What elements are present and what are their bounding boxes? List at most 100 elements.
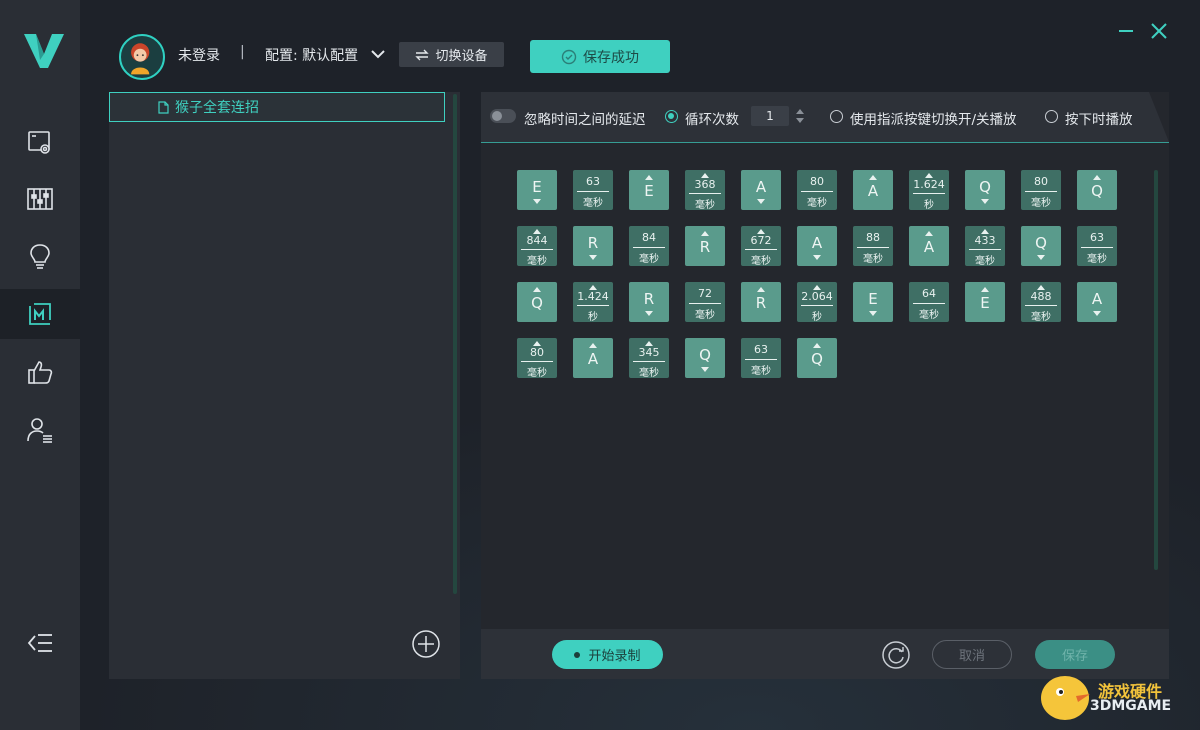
delay-unit: 秒 [924,200,934,211]
macro-delay-step[interactable]: 84 毫秒 [629,226,669,266]
macro-key-down-step[interactable]: R [573,226,613,266]
macro-key-down-step[interactable]: Q [965,170,1005,210]
config-selector-label[interactable]: 配置: 默认配置 [265,45,358,65]
loop-count-input[interactable]: 1 [751,106,789,126]
sidebar-item-account[interactable] [0,405,80,455]
macro-list-scrollbar[interactable] [453,94,457,594]
hold-mode-radio[interactable] [1045,110,1058,123]
toggle-mode-radio[interactable] [830,110,843,123]
avatar-icon [131,43,150,75]
sidebar-item-feedback[interactable] [0,347,80,397]
start-record-button[interactable]: 开始录制 [552,640,663,669]
macro-key-up-step[interactable]: A [909,226,949,266]
macro-delay-step[interactable]: 80 毫秒 [517,338,557,379]
key-up-arrow-icon [757,287,765,292]
macro-key-up-step[interactable]: Q [1077,170,1117,210]
macro-key-down-step[interactable]: R [629,282,669,322]
macro-editor-panel: 忽略时间之间的延迟 循环次数 1 使用指派按键切换开/关播放 按下时播放 E 63… [481,92,1169,679]
macro-delay-step[interactable]: 2.064 秒 [797,282,837,323]
delay-value: 80 [530,346,544,359]
macro-key-down-step[interactable]: A [1077,282,1117,322]
delay-value: 63 [754,343,768,356]
key-up-arrow-icon [869,175,877,180]
macro-key-up-step[interactable]: Q [797,338,837,378]
macro-delay-step[interactable]: 345 毫秒 [629,338,669,379]
macro-key-down-step[interactable]: A [741,170,781,210]
macro-delay-step[interactable]: 63 毫秒 [741,338,781,378]
macro-key-up-step[interactable]: Q [517,282,557,322]
macro-key-down-step[interactable]: Q [685,338,725,378]
delay-divider [633,361,665,362]
save-status-badge: 保存成功 [530,40,670,73]
delay-divider [801,191,833,192]
macro-delay-step[interactable]: 488 毫秒 [1021,282,1061,323]
sidebar-item-lighting[interactable] [0,231,80,281]
macro-delay-step[interactable]: 72 毫秒 [685,282,725,322]
delay-divider [1025,305,1057,306]
macro-key-up-step[interactable]: R [685,226,725,266]
macro-delay-step[interactable]: 368 毫秒 [685,170,725,211]
add-macro-icon[interactable] [411,629,441,659]
delay-divider [633,247,665,248]
delay-value: 1.424 [577,290,609,303]
macro-list-item[interactable]: 猴子全套连招 [109,92,445,122]
macro-delay-step[interactable]: 88 毫秒 [853,226,893,266]
delay-value: 63 [586,175,600,188]
macro-key-up-step[interactable]: E [965,282,1005,322]
macro-delay-step[interactable]: 80 毫秒 [1021,170,1061,210]
delay-divider [745,249,777,250]
header-separator: | [240,44,245,60]
macro-delay-step[interactable]: 63 毫秒 [573,170,613,210]
playback-options-bar: 忽略时间之间的延迟 循环次数 1 使用指派按键切换开/关播放 按下时播放 [481,92,1169,142]
minimize-icon[interactable] [1118,22,1134,38]
macro-delay-step[interactable]: 80 毫秒 [797,170,837,210]
macro-delay-step[interactable]: 844 毫秒 [517,226,557,267]
key-up-arrow-icon [1093,175,1101,180]
key-up-arrow-icon [701,231,709,236]
macro-key-down-step[interactable]: Q [1021,226,1061,266]
macro-key-up-step[interactable]: R [741,282,781,322]
macro-delay-step[interactable]: 672 毫秒 [741,226,781,267]
save-button[interactable]: 保存 [1035,640,1115,669]
macro-delay-step[interactable]: 1.624 秒 [909,170,949,211]
delay-divider [1081,247,1113,248]
file-icon [158,100,169,114]
delay-divider [577,305,609,306]
switch-device-button[interactable]: 切换设备 [399,42,504,67]
close-icon[interactable] [1150,22,1168,40]
delay-value: 1.624 [913,178,945,191]
sidebar-item-device-settings[interactable] [0,117,80,167]
login-status[interactable]: 未登录 [178,45,220,65]
macro-delay-step[interactable]: 433 毫秒 [965,226,1005,267]
chevron-down-icon[interactable] [370,48,386,60]
reset-icon[interactable] [881,640,911,670]
collapse-sidebar-icon[interactable] [26,630,54,656]
avatar[interactable] [119,34,165,80]
macro-delay-step[interactable]: 63 毫秒 [1077,226,1117,266]
macro-key-label: R [699,238,711,256]
macro-key-up-step[interactable]: E [629,170,669,210]
loop-count-stepper[interactable] [794,106,806,126]
loop-count-radio[interactable] [665,110,678,123]
delay-value: 63 [1090,231,1104,244]
cancel-button[interactable]: 取消 [932,640,1012,669]
macro-key-label: E [644,182,654,200]
macro-key-down-step[interactable]: A [797,226,837,266]
ignore-delay-toggle[interactable] [490,109,516,123]
sidebar-item-performance[interactable] [0,174,80,224]
sidebar-item-macro[interactable] [0,289,80,339]
macro-key-up-step[interactable]: A [853,170,893,210]
delay-unit: 毫秒 [639,254,659,265]
macro-key-label: Q [699,346,711,364]
delay-unit: 毫秒 [1031,312,1051,323]
macro-key-down-step[interactable]: E [517,170,557,210]
macro-steps-scrollbar[interactable] [1154,170,1158,570]
equalizer-icon [27,188,53,210]
key-down-arrow-icon [757,199,765,204]
macro-delay-step[interactable]: 1.424 秒 [573,282,613,323]
macro-delay-step[interactable]: 64 毫秒 [909,282,949,322]
macro-key-up-step[interactable]: A [573,338,613,378]
delay-unit: 毫秒 [751,256,771,267]
macro-key-down-step[interactable]: E [853,282,893,322]
macro-key-label: R [587,234,599,252]
